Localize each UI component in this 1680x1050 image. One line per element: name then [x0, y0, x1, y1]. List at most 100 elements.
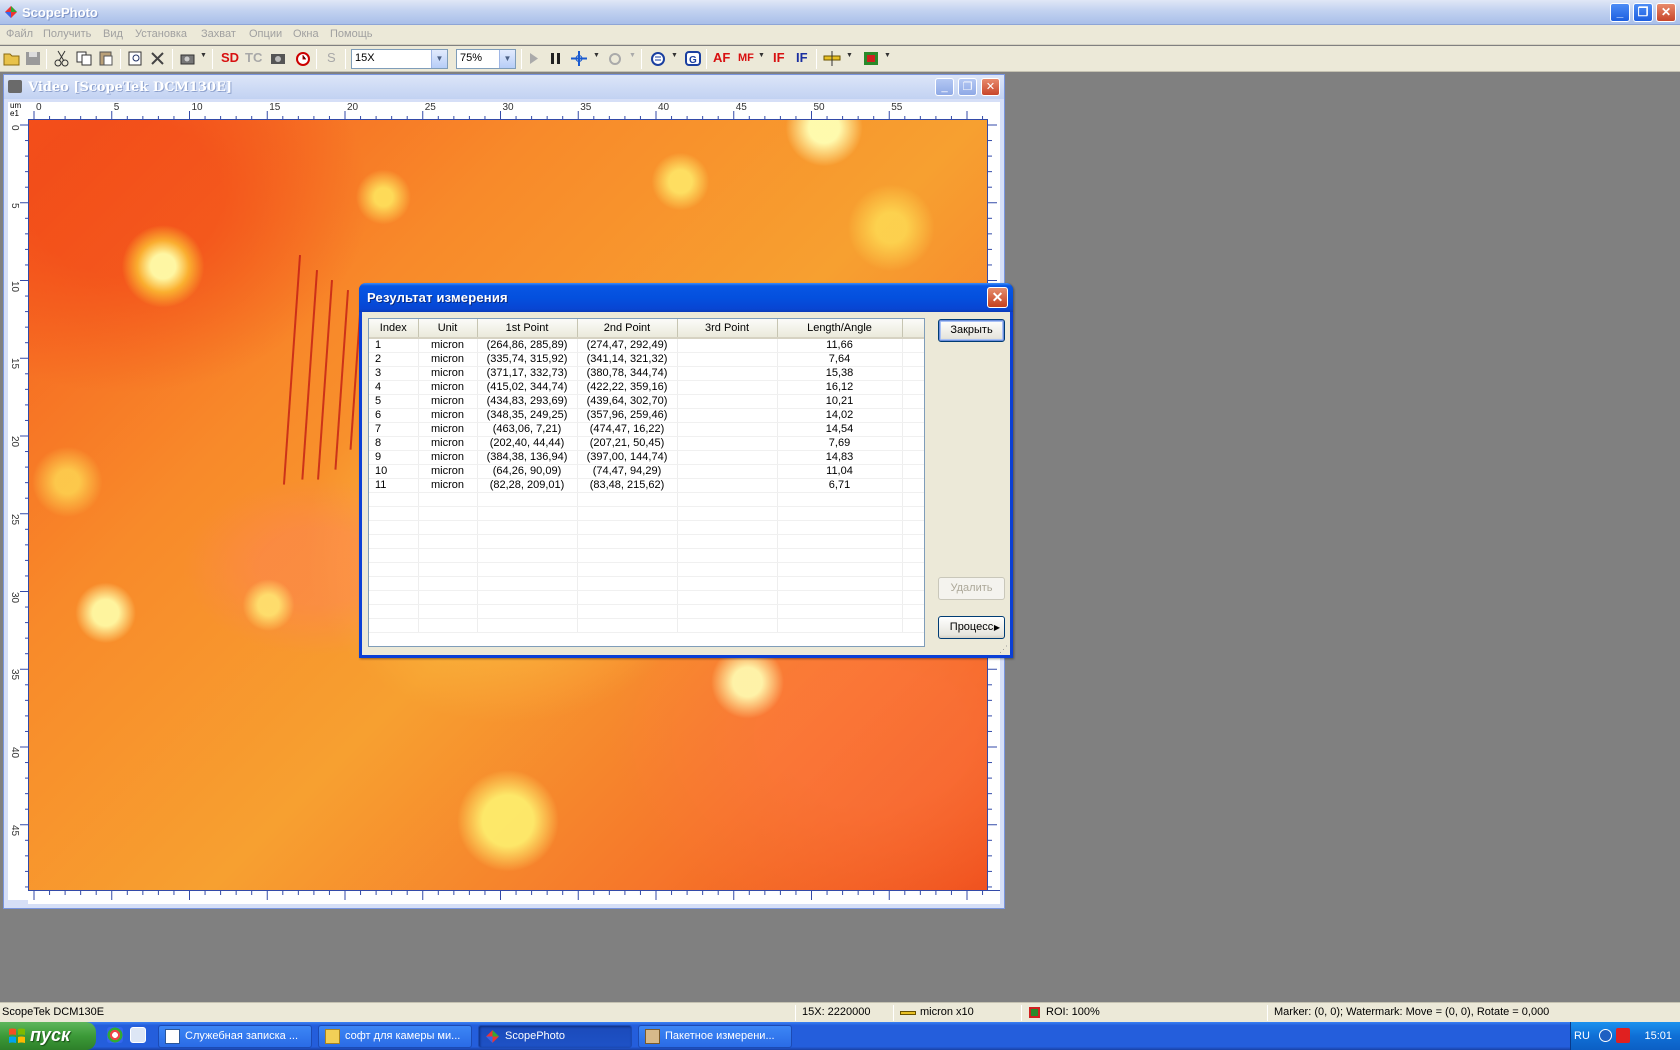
app-title-bar[interactable]: ScopePhoto _ ❐ ✕: [0, 0, 1680, 25]
pause-icon[interactable]: [547, 50, 565, 67]
scale-combo[interactable]: 75% ▼: [456, 49, 516, 69]
cell-empty: [369, 604, 419, 619]
chevron-down-icon[interactable]: ▼: [431, 50, 447, 68]
column-header-1st-point[interactable]: 1st Point: [477, 319, 578, 339]
zoom-combo[interactable]: 15X ▼: [351, 49, 448, 69]
table-row[interactable]: 2 micron (335,74, 315,92) (341,14, 321,32) 7…: [369, 352, 924, 367]
minimize-button[interactable]: _: [1610, 3, 1630, 22]
cell-filler: [902, 436, 924, 451]
zoom-preview-icon[interactable]: [127, 50, 145, 67]
table-row[interactable]: 4 micron (415,02, 344,74) (422,22, 359,16) 1…: [369, 380, 924, 395]
column-header-length-angle[interactable]: Length/Angle: [777, 319, 903, 339]
save-icon[interactable]: [24, 50, 42, 67]
move-icon[interactable]: [570, 50, 588, 67]
task-button-batch-measure[interactable]: Пакетное измерени...: [638, 1025, 792, 1048]
measurement-table[interactable]: Index Unit 1st Point 2nd Point 3rd Point…: [368, 318, 925, 647]
browser-quicklaunch-icon[interactable]: [107, 1027, 123, 1043]
column-header-3rd-point[interactable]: 3rd Point: [677, 319, 778, 339]
paste-icon[interactable]: [97, 50, 115, 67]
grab-icon[interactable]: G: [684, 50, 702, 67]
table-row[interactable]: 11 micron (82,28, 209,01) (83,48, 215,62) 6,…: [369, 478, 924, 493]
s-button[interactable]: S: [327, 50, 336, 65]
task-button-scopephoto[interactable]: ScopePhoto: [478, 1025, 632, 1048]
clock[interactable]: 15:01: [1644, 1030, 1672, 1042]
capture-icon[interactable]: [179, 50, 197, 67]
menu-options[interactable]: Опции: [249, 28, 282, 40]
tools-icon[interactable]: [149, 50, 167, 67]
table-row[interactable]: 5 micron (434,83, 293,69) (439,64, 302,70) 1…: [369, 394, 924, 409]
resize-grip-icon[interactable]: ⋰: [999, 644, 1009, 654]
column-header-index[interactable]: Index: [369, 319, 419, 339]
menu-capture[interactable]: Захват: [201, 28, 236, 40]
rotate-icon[interactable]: [606, 50, 624, 67]
table-row[interactable]: 1 micron (264,86, 285,89) (274,47, 292,49) 1…: [369, 338, 924, 353]
menu-help[interactable]: Помощь: [330, 28, 373, 40]
desktop-quicklaunch-icon[interactable]: [130, 1027, 146, 1043]
record-timer-icon[interactable]: [294, 50, 312, 67]
video-title-bar[interactable]: Video [ScopeTek DCM130E] _ ❐ ✕: [4, 75, 1004, 99]
dialog-close-button[interactable]: ✕: [987, 287, 1008, 308]
cell-unit: micron: [418, 464, 478, 479]
start-button[interactable]: пуск: [0, 1022, 96, 1050]
open-folder-icon[interactable]: [3, 50, 21, 67]
capture-dropdown-icon[interactable]: ▼: [200, 52, 207, 59]
language-indicator[interactable]: RU: [1574, 1030, 1590, 1042]
close-button[interactable]: ✕: [1656, 3, 1676, 22]
measure-dropdown-icon[interactable]: ▼: [846, 52, 853, 59]
table-row[interactable]: 6 micron (348,35, 249,25) (357,96, 259,46) 1…: [369, 408, 924, 423]
if-blue-button[interactable]: IF: [796, 50, 808, 65]
cell-filler: [902, 464, 924, 479]
menu-setup[interactable]: Установка: [135, 28, 187, 40]
dialog-title-bar[interactable]: Результат измерения ✕: [359, 283, 1013, 312]
sd-button[interactable]: SD: [221, 50, 239, 65]
play-icon[interactable]: [525, 50, 543, 67]
cell-empty: [777, 548, 903, 563]
column-header-unit[interactable]: Unit: [418, 319, 478, 339]
status-magnification: 15X: 2220000: [802, 1006, 871, 1018]
cell-empty: [677, 506, 778, 521]
process-button[interactable]: Процесс ▶: [938, 616, 1005, 639]
network-icon[interactable]: [1599, 1029, 1612, 1042]
delete-button[interactable]: Удалить: [938, 577, 1005, 600]
roi-icon[interactable]: [862, 50, 880, 67]
roi-dropdown-icon[interactable]: ▼: [884, 52, 891, 59]
stack-icon[interactable]: [649, 50, 667, 67]
table-row[interactable]: 9 micron (384,38, 136,94) (397,00, 144,74) 1…: [369, 450, 924, 465]
tc-button[interactable]: TC: [245, 50, 262, 65]
cut-icon[interactable]: [53, 50, 71, 67]
stack-dropdown-icon[interactable]: ▼: [671, 52, 678, 59]
restore-button[interactable]: ❐: [1633, 3, 1653, 22]
rotate-dropdown-icon[interactable]: ▼: [629, 52, 636, 59]
af-button[interactable]: AF: [713, 50, 730, 65]
chevron-right-icon: ▶: [993, 623, 1000, 632]
table-row[interactable]: 10 micron (64,26, 90,09) (74,47, 94,29) 11,0…: [369, 464, 924, 479]
mf-dropdown-icon[interactable]: ▼: [758, 52, 765, 59]
table-row[interactable]: 7 micron (463,06, 7,21) (474,47, 16,22) 14,5…: [369, 422, 924, 437]
if-red-button[interactable]: IF: [773, 50, 785, 65]
column-header-2nd-point[interactable]: 2nd Point: [577, 319, 678, 339]
camera-settings-icon[interactable]: [269, 50, 287, 67]
menu-acquire[interactable]: Получить: [43, 28, 91, 40]
cell-2nd-point: (83,48, 215,62): [577, 478, 678, 493]
chevron-down-icon[interactable]: ▼: [499, 50, 515, 68]
menu-file[interactable]: Файл: [6, 28, 33, 40]
copy-icon[interactable]: [75, 50, 93, 67]
mf-button[interactable]: MF: [738, 52, 754, 64]
video-maximize-button[interactable]: ❐: [958, 78, 977, 96]
table-row[interactable]: 3 micron (371,17, 332,73) (380,78, 344,74) 1…: [369, 366, 924, 381]
video-minimize-button[interactable]: _: [935, 78, 954, 96]
menu-view[interactable]: Вид: [103, 28, 123, 40]
table-row[interactable]: 8 micron (202,40, 44,44) (207,21, 50,45) 7,6…: [369, 436, 924, 451]
task-button-memo[interactable]: Служебная записка ...: [158, 1025, 312, 1048]
cell-empty: [369, 576, 419, 591]
video-close-button[interactable]: ✕: [981, 78, 1000, 96]
cell-3rd-point: [677, 436, 778, 451]
antivirus-icon[interactable]: [1616, 1028, 1630, 1043]
cell-empty: [477, 576, 578, 591]
close-dialog-button[interactable]: Закрыть: [938, 319, 1005, 342]
menu-windows[interactable]: Окна: [293, 28, 319, 40]
measure-ruler-icon[interactable]: [823, 50, 841, 67]
table-row-empty: [369, 520, 924, 535]
task-button-folder[interactable]: софт для камеры ми...: [318, 1025, 472, 1048]
move-dropdown-icon[interactable]: ▼: [593, 52, 600, 59]
